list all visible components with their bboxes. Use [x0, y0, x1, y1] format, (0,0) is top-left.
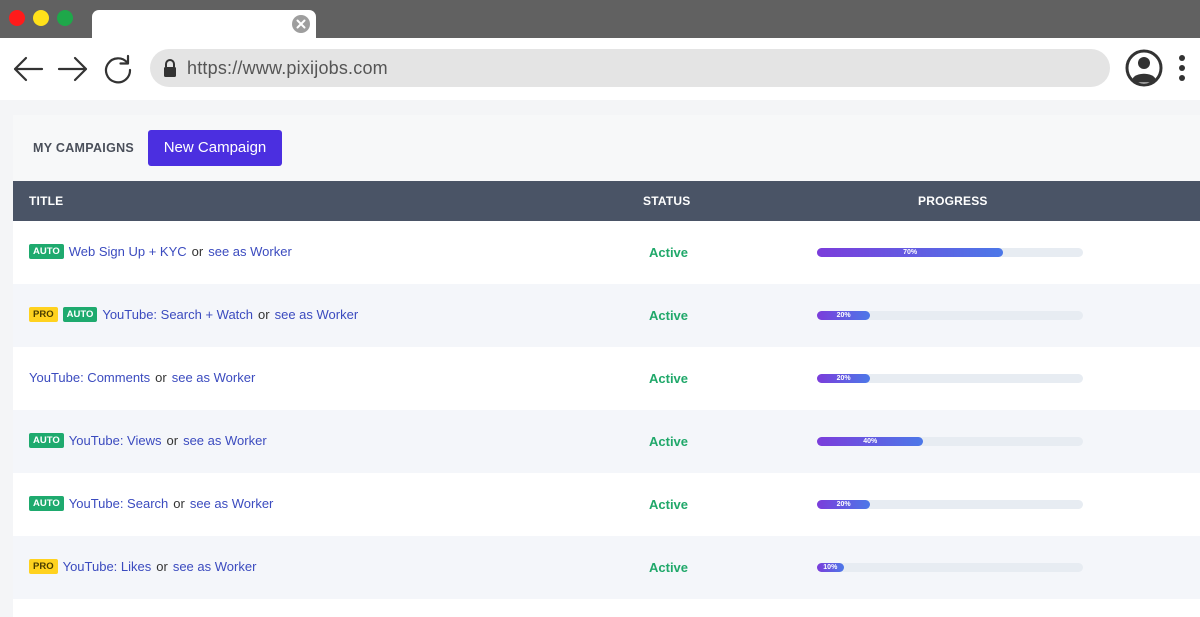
progress-bar: 10% — [817, 563, 1083, 572]
campaign-title-link[interactable]: YouTube: Likes — [63, 559, 152, 574]
more-vert-icon[interactable] — [1174, 50, 1190, 86]
campaign-title-link[interactable]: YouTube: Search — [69, 496, 169, 511]
campaign-title-link[interactable]: Web Sign Up + KYC — [69, 244, 187, 259]
progress-bar: 70% — [817, 248, 1083, 257]
campaign-title-cell: YouTube: Comments or see as Worker — [29, 370, 255, 385]
see-as-worker-link[interactable]: see as Worker — [172, 370, 256, 385]
auto-badge: AUTO — [29, 496, 64, 511]
table-header: TITLE STATUS PROGRESS — [13, 181, 1200, 221]
progress-fill: 10% — [817, 563, 844, 572]
table-row: PRO YouTube: Likes or see as Worker Active 10… — [13, 536, 1200, 599]
new-campaign-button[interactable]: New Campaign — [148, 130, 282, 166]
account-icon[interactable] — [1125, 49, 1163, 87]
table-row: YouTube: Comments or see as Worker Active 20… — [13, 347, 1200, 410]
or-text: or — [191, 244, 204, 259]
table-row: AUTO Web Sign Up + KYC or see as Worker Acti… — [13, 221, 1200, 284]
progress-bar: 20% — [817, 374, 1083, 383]
campaigns-card: MY CAMPAIGNS New Campaign TITLE STATUS P… — [13, 115, 1200, 617]
address-bar[interactable]: https://www.pixijobs.com — [150, 49, 1110, 87]
or-text: or — [166, 433, 179, 448]
progress-label: 20% — [836, 375, 851, 382]
status-badge: Active — [649, 434, 689, 449]
status-badge: Active — [649, 245, 689, 260]
see-as-worker-link[interactable]: see as Worker — [208, 244, 292, 259]
auto-badge: AUTO — [29, 433, 64, 448]
progress-bar: 20% — [817, 311, 1083, 320]
campaign-title-link[interactable]: YouTube: Comments — [29, 370, 150, 385]
or-text: or — [258, 307, 270, 322]
progress-fill: 70% — [817, 248, 1004, 257]
progress-fill: 20% — [817, 311, 871, 320]
column-header-status: STATUS — [643, 194, 691, 208]
column-header-title: TITLE — [29, 194, 64, 208]
campaign-title-cell: PRO YouTube: Likes or see as Worker — [29, 559, 256, 574]
progress-bar: 20% — [817, 500, 1083, 509]
campaign-title-link[interactable]: YouTube: Search + Watch — [102, 307, 253, 322]
status-badge: Active — [649, 371, 689, 386]
table-row: PRO AUTO YouTube: Search + Watch or see as W… — [13, 284, 1200, 347]
browser-titlebar — [0, 0, 1200, 40]
progress-label: 20% — [836, 501, 851, 508]
table-row: AUTO YouTube: Views or see as Worker Active 4… — [13, 410, 1200, 473]
status-badge: Active — [649, 497, 689, 512]
campaign-title-cell: PRO AUTO YouTube: Search + Watch or see as W… — [29, 307, 358, 322]
back-arrow-icon[interactable] — [11, 52, 45, 86]
pro-badge: PRO — [29, 559, 58, 574]
progress-label: 10% — [823, 564, 838, 571]
or-text: or — [155, 370, 167, 385]
browser-toolbar: https://www.pixijobs.com — [0, 38, 1200, 100]
campaign-title-cell: AUTO YouTube: Search or see as Worker — [29, 496, 273, 511]
my-campaigns-label: MY CAMPAIGNS — [33, 141, 135, 155]
progress-label: 70% — [903, 249, 918, 256]
or-text: or — [156, 559, 168, 574]
browser-tab[interactable] — [92, 10, 316, 40]
status-badge: Active — [649, 560, 689, 575]
table-row: AUTO YouTube: Search or see as Worker Active… — [13, 473, 1200, 536]
auto-badge: AUTO — [62, 307, 98, 322]
see-as-worker-link[interactable]: see as Worker — [190, 496, 274, 511]
progress-fill: 20% — [817, 500, 871, 509]
forward-arrow-icon[interactable] — [56, 52, 90, 86]
see-as-worker-link[interactable]: see as Worker — [173, 559, 257, 574]
maximize-window-button[interactable] — [57, 10, 73, 26]
url-text[interactable]: https://www.pixijobs.com — [187, 58, 388, 79]
close-window-button[interactable] — [9, 10, 25, 26]
lock-icon — [162, 58, 178, 78]
or-text: or — [173, 496, 185, 511]
column-header-progress: PROGRESS — [918, 194, 988, 208]
status-badge: Active — [649, 308, 689, 323]
campaign-title-cell: AUTO YouTube: Views or see as Worker — [29, 433, 267, 448]
progress-label: 40% — [863, 438, 878, 445]
see-as-worker-link[interactable]: see as Worker — [275, 307, 359, 322]
reload-icon[interactable] — [101, 52, 135, 86]
progress-fill: 40% — [817, 437, 924, 446]
progress-bar: 40% — [817, 437, 1083, 446]
campaign-title-cell: AUTO Web Sign Up + KYC or see as Worker — [29, 244, 292, 259]
tab-close-icon[interactable] — [292, 15, 310, 33]
see-as-worker-link[interactable]: see as Worker — [183, 433, 267, 448]
campaigns-header: MY CAMPAIGNS New Campaign — [13, 115, 1200, 181]
progress-fill: 20% — [817, 374, 871, 383]
progress-label: 20% — [836, 312, 851, 319]
minimize-window-button[interactable] — [33, 10, 49, 26]
auto-badge: AUTO — [29, 244, 64, 259]
pro-badge: PRO — [29, 307, 58, 322]
campaign-table-body: AUTO Web Sign Up + KYC or see as Worker Acti… — [13, 221, 1200, 599]
campaign-title-link[interactable]: YouTube: Views — [69, 433, 162, 448]
